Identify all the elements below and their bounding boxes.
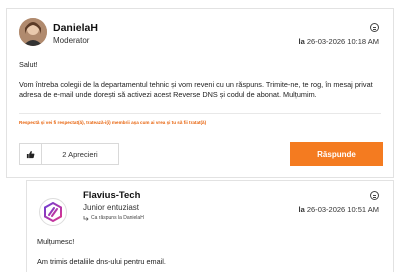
community-notice: Respectă și vei fi respectat(ă), trateaz… (19, 120, 207, 125)
author-name[interactable]: DanielaH (53, 22, 98, 34)
like-control: 2 Aprecieri (19, 143, 119, 165)
options-icon[interactable] (370, 23, 379, 32)
user-avatar[interactable] (19, 18, 47, 46)
greeting: Salut! (19, 60, 38, 69)
post-date: la 26-03-2026 10:18 AM (298, 37, 380, 46)
message-text: Am trimis detaliile dns-ului pentru emai… (37, 257, 166, 266)
author-role: Moderator (53, 36, 90, 45)
likes-count[interactable]: 2 Aprecieri (42, 150, 118, 159)
author-role: Junior entuziast (83, 203, 140, 212)
forum-thread: DanielaH Moderator la 26-03-2026 10:18 A… (0, 0, 400, 272)
message-text: Vom întreba colegii de la departamentul … (19, 80, 373, 99)
user-avatar[interactable] (39, 198, 67, 226)
post-date: la 26-03-2026 10:51 AM (298, 205, 380, 214)
reply-to-link[interactable]: Ca răspuns la DanielaH (83, 215, 144, 221)
post-danielah: DanielaH Moderator la 26-03-2026 10:18 A… (6, 8, 394, 178)
options-icon[interactable] (370, 191, 379, 200)
post-body: Salut! Vom întreba colegii de la departa… (19, 60, 384, 110)
post-flavius-tech: Flavius-Tech Junior entuziast Ca răspuns… (26, 180, 394, 272)
like-thumb-icon[interactable] (20, 144, 42, 164)
message-text: Mulțumesc! (37, 237, 75, 246)
reply-arrow-icon (83, 216, 89, 221)
divider (19, 113, 381, 114)
reply-button[interactable]: Răspunde (290, 142, 383, 166)
post-body: Mulțumesc! Am trimis detaliile dns-ului … (37, 237, 377, 272)
author-name[interactable]: Flavius-Tech (83, 190, 140, 201)
